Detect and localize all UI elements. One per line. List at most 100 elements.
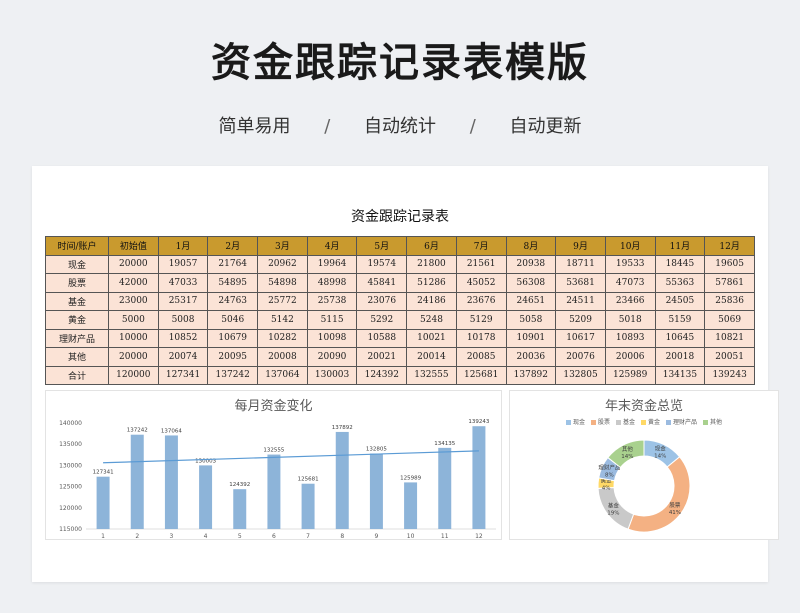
table-cell[interactable]: 45052 (455, 273, 507, 293)
table-cell[interactable]: 24186 (406, 291, 457, 311)
table-cell[interactable]: 24763 (207, 291, 259, 311)
table-cell[interactable]: 24511 (555, 291, 606, 311)
table-cell[interactable]: 5069 (704, 310, 755, 330)
table-cell[interactable]: 124392 (356, 365, 408, 385)
table-cell[interactable]: 19533 (604, 254, 656, 274)
table-cell[interactable]: 10679 (207, 328, 259, 348)
table-cell[interactable]: 20008 (257, 347, 308, 367)
table-cell[interactable]: 42000 (108, 273, 159, 293)
table-cell[interactable]: 23076 (356, 291, 408, 311)
table-cell[interactable]: 23466 (604, 291, 656, 311)
table-cell[interactable]: 5129 (455, 310, 507, 330)
table-cell[interactable]: 5000 (108, 310, 159, 330)
table-cell[interactable]: 20938 (505, 254, 557, 274)
table-cell[interactable]: 57861 (704, 273, 755, 293)
table-cell[interactable]: 45841 (356, 273, 408, 293)
table-cell[interactable]: 10098 (306, 328, 358, 348)
table-cell[interactable]: 120000 (108, 365, 159, 385)
table-cell[interactable]: 10901 (505, 328, 557, 348)
tag-auto-stats: 自动统计 (364, 116, 436, 137)
table-cell[interactable]: 10821 (704, 328, 755, 348)
table-cell[interactable]: 20074 (157, 347, 209, 367)
table-cell[interactable]: 10178 (455, 328, 507, 348)
table-cell[interactable]: 137242 (207, 365, 259, 385)
table-cell[interactable]: 51286 (406, 273, 457, 293)
table-cell[interactable]: 23676 (455, 291, 507, 311)
table-cell[interactable]: 137064 (257, 365, 308, 385)
table-cell[interactable]: 134135 (654, 365, 706, 385)
table-cell[interactable]: 20085 (455, 347, 507, 367)
table-cell[interactable]: 56308 (505, 273, 557, 293)
table-cell[interactable]: 54895 (207, 273, 259, 293)
table-cell[interactable]: 47073 (604, 273, 656, 293)
table-cell[interactable]: 20036 (505, 347, 557, 367)
table-cell[interactable]: 21800 (406, 254, 457, 274)
table-cell[interactable]: 48998 (306, 273, 358, 293)
table-cell[interactable]: 47033 (157, 273, 209, 293)
table-cell[interactable]: 23000 (108, 291, 159, 311)
table-cell[interactable]: 19057 (157, 254, 209, 274)
table-cell[interactable]: 基金 (45, 291, 109, 311)
table-cell[interactable]: 132555 (406, 365, 457, 385)
table-cell[interactable]: 5008 (157, 310, 209, 330)
table-cell[interactable]: 20076 (555, 347, 606, 367)
table-cell[interactable]: 10617 (555, 328, 606, 348)
table-cell[interactable]: 其他 (45, 347, 109, 367)
table-cell[interactable]: 25772 (257, 291, 308, 311)
table-cell[interactable]: 25317 (157, 291, 209, 311)
table-cell[interactable]: 5058 (505, 310, 557, 330)
table-cell[interactable]: 25836 (704, 291, 755, 311)
table-cell[interactable]: 5248 (406, 310, 457, 330)
table-cell[interactable]: 20021 (356, 347, 408, 367)
table-cell[interactable]: 5115 (306, 310, 358, 330)
table-cell[interactable]: 20051 (704, 347, 755, 367)
table-cell[interactable]: 5046 (207, 310, 259, 330)
table-cell[interactable]: 10893 (604, 328, 656, 348)
table-cell[interactable]: 53681 (555, 273, 606, 293)
table-cell[interactable]: 理财产品 (45, 328, 109, 348)
table-cell[interactable]: 21764 (207, 254, 259, 274)
table-cell[interactable]: 5142 (257, 310, 308, 330)
table-cell[interactable]: 125681 (455, 365, 507, 385)
table-cell[interactable]: 10021 (406, 328, 457, 348)
table-cell[interactable]: 20090 (306, 347, 358, 367)
table-cell[interactable]: 股票 (45, 273, 109, 293)
table-cell[interactable]: 18711 (555, 254, 606, 274)
table-cell[interactable]: 20000 (108, 347, 159, 367)
table-cell[interactable]: 10000 (108, 328, 159, 348)
table-cell[interactable]: 125989 (604, 365, 656, 385)
table-cell[interactable]: 5018 (604, 310, 656, 330)
table-cell[interactable]: 10645 (654, 328, 706, 348)
table-cell[interactable]: 黄金 (45, 310, 109, 330)
table-cell[interactable]: 19574 (356, 254, 408, 274)
table-cell[interactable]: 139243 (704, 365, 755, 385)
table-cell[interactable]: 137892 (505, 365, 557, 385)
table-cell[interactable]: 24651 (505, 291, 557, 311)
table-cell[interactable]: 10852 (157, 328, 209, 348)
table-cell[interactable]: 127341 (157, 365, 209, 385)
table-cell[interactable]: 现金 (45, 254, 109, 274)
table-cell[interactable]: 20006 (604, 347, 656, 367)
table-cell[interactable]: 5292 (356, 310, 408, 330)
table-cell[interactable]: 合计 (45, 365, 109, 385)
table-cell[interactable]: 130003 (306, 365, 358, 385)
table-cell[interactable]: 5209 (555, 310, 606, 330)
table-cell[interactable]: 20014 (406, 347, 457, 367)
table-cell[interactable]: 10588 (356, 328, 408, 348)
table-cell[interactable]: 18445 (654, 254, 706, 274)
table-cell[interactable]: 19605 (704, 254, 755, 274)
table-cell[interactable]: 20095 (207, 347, 259, 367)
table-cell[interactable]: 5159 (654, 310, 706, 330)
table-cell[interactable]: 20000 (108, 254, 159, 274)
table-cell[interactable]: 20962 (257, 254, 308, 274)
table-cell[interactable]: 25738 (306, 291, 358, 311)
table-cell[interactable]: 55363 (654, 273, 706, 293)
table-cell[interactable]: 19964 (306, 254, 358, 274)
table-cell[interactable]: 10282 (257, 328, 308, 348)
table-cell[interactable]: 24505 (654, 291, 706, 311)
table-cell[interactable]: 20018 (654, 347, 706, 367)
table-cell[interactable]: 54898 (257, 273, 308, 293)
table-cell[interactable]: 132805 (555, 365, 606, 385)
legend-item: 股票 (590, 419, 610, 426)
table-cell[interactable]: 21561 (455, 254, 507, 274)
